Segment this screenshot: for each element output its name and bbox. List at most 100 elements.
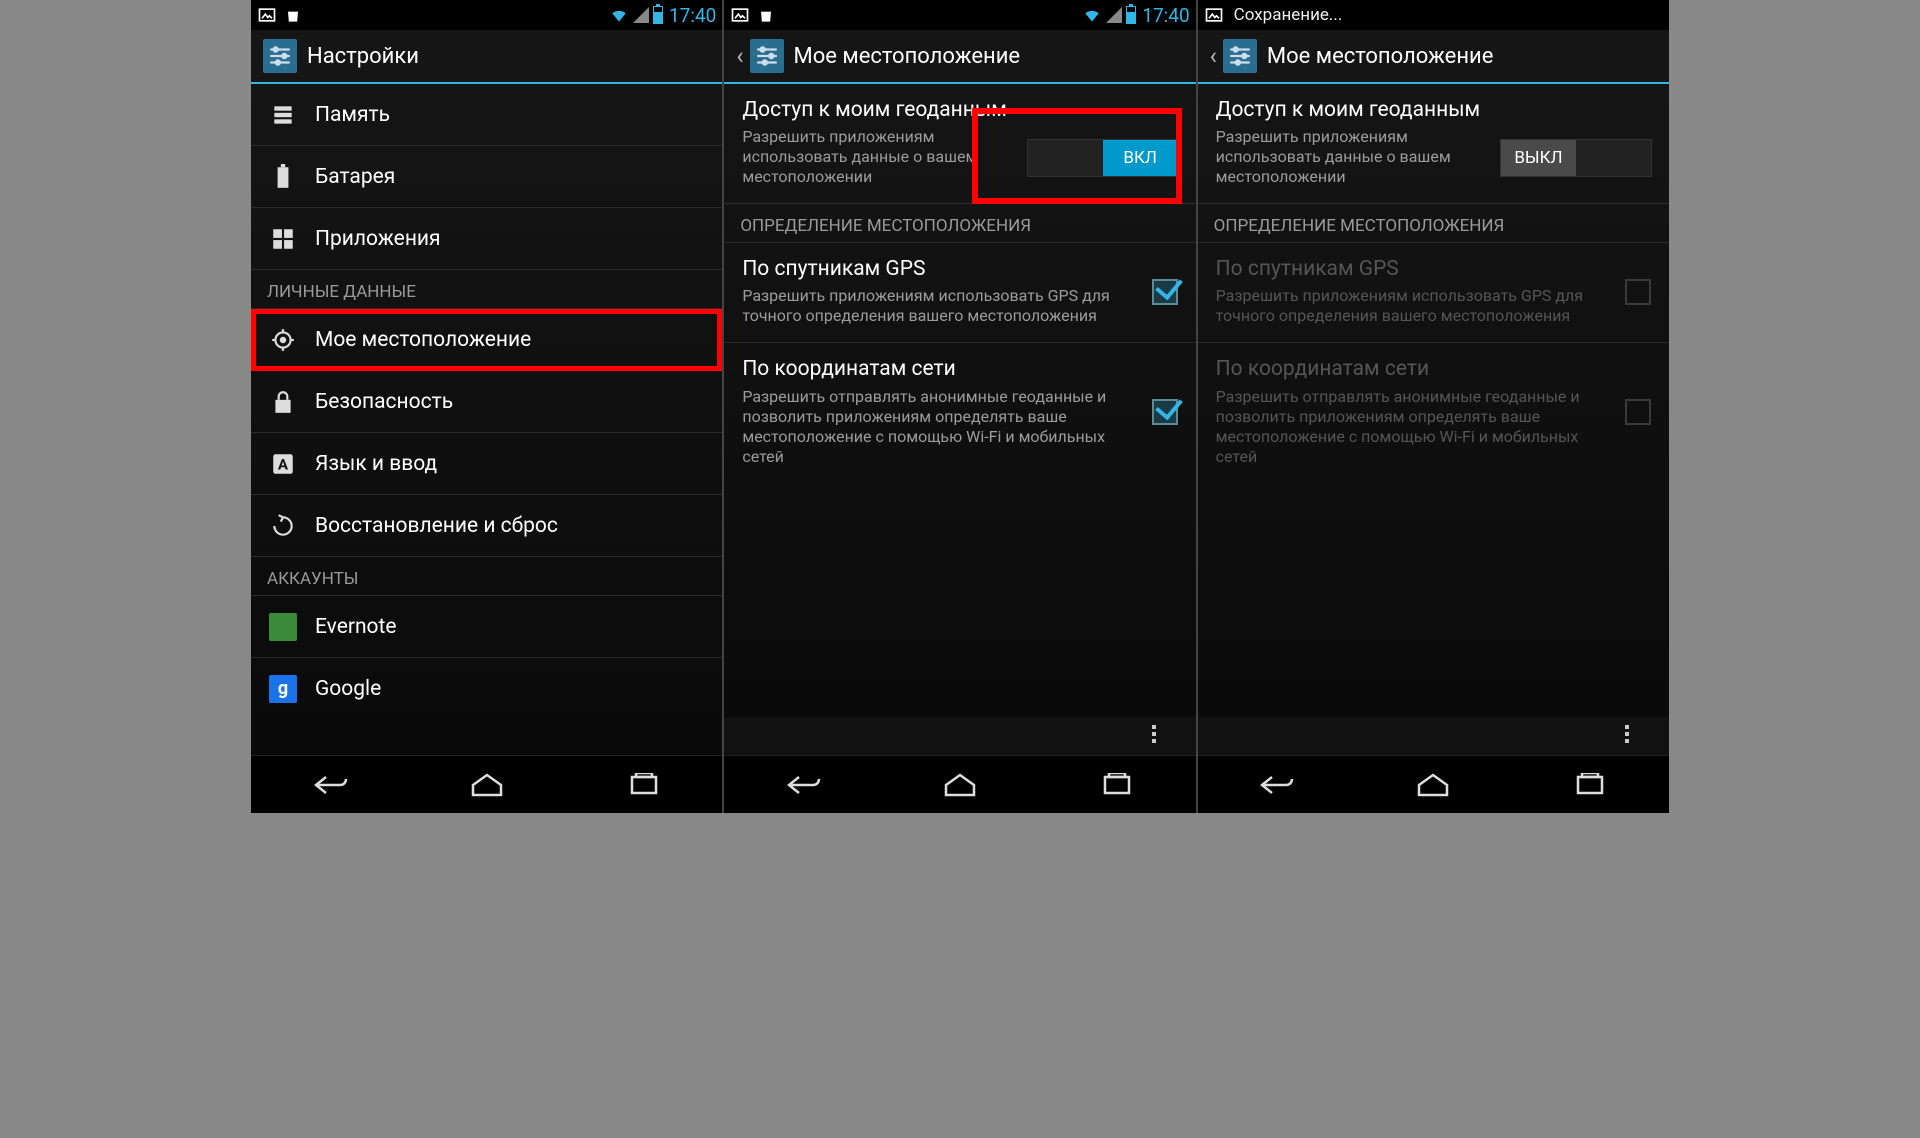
label: Безопасность [315,390,453,414]
gps-checkbox [1625,279,1651,305]
language-icon: A [269,450,297,478]
gps-row: По спутникам GPS Разрешить приложениям и… [1198,243,1669,343]
label: Восстановление и сброс [315,514,558,538]
location-settings: Доступ к моим геоданным Разрешить прилож… [1198,84,1669,717]
action-bar: Настройки [251,30,722,84]
clock: 17:40 [669,4,716,27]
settings-icon [750,39,784,73]
access-sub: Разрешить приложениям использовать данны… [1216,127,1489,187]
label: Evernote [315,615,397,639]
page-title: Настройки [307,44,419,69]
network-row[interactable]: По координатам сети Разрешить отправлять… [724,343,1195,482]
nav-home[interactable] [915,767,1005,803]
label: Приложения [315,227,441,251]
status-bar: 17:40 [251,0,722,30]
gps-sub: Разрешить приложениям использовать GPS д… [742,286,1139,326]
apps-icon [269,225,297,253]
nav-back[interactable] [1231,767,1321,803]
overflow-menu-icon[interactable] [1152,725,1156,743]
signal-icon [1106,7,1122,23]
back-chevron-icon[interactable]: ‹ [1210,42,1217,70]
clock: 17:40 [1142,4,1189,27]
phone-location-on: 17:40 ‹ Мое местоположение Доступ к моим… [724,0,1197,813]
phone-settings: 17:40 Настройки Память Батарея Приложени… [251,0,724,813]
photo-icon [257,5,277,25]
gps-title: По спутникам GPS [1216,257,1613,282]
overflow-menu-icon[interactable] [1625,725,1629,743]
gps-sub: Разрешить приложениям использовать GPS д… [1216,286,1613,326]
settings-item-language[interactable]: A Язык и ввод [251,433,722,495]
net-sub: Разрешить отправлять анонимные геоданные… [742,387,1139,467]
gps-checkbox[interactable] [1152,279,1178,305]
settings-icon [263,39,297,73]
battery-icon [653,6,663,24]
gps-title: По спутникам GPS [742,257,1139,282]
google-icon: g [269,675,297,703]
access-title: Доступ к моим геоданным [1216,98,1489,123]
battery-icon [1126,6,1136,24]
nav-bar [724,755,1195,813]
toggle-off-label: ВЫКЛ [1501,140,1576,176]
back-chevron-icon[interactable]: ‹ [736,42,743,70]
access-title: Доступ к моим геоданным [742,98,1015,123]
location-access-row: Доступ к моим геоданным Разрешить прилож… [724,84,1195,204]
settings-item-battery[interactable]: Батарея [251,146,722,208]
phone-location-off: Сохранение... ‹ Мое местоположение Досту… [1198,0,1669,813]
section-header: ОПРЕДЕЛЕНИЕ МЕСТОПОЛОЖЕНИЯ [1198,204,1669,243]
category-personal: ЛИЧНЫЕ ДАННЫЕ [251,270,722,309]
settings-item-backup[interactable]: Восстановление и сброс [251,495,722,557]
wifi-icon [1082,5,1102,25]
signal-icon [633,7,649,23]
net-sub: Разрешить отправлять анонимные геоданные… [1216,387,1613,467]
settings-item-security[interactable]: Безопасность [251,371,722,433]
location-icon [269,326,297,354]
lock-icon [269,388,297,416]
account-google[interactable]: g Google [251,658,722,720]
battery-item-icon [269,163,297,191]
access-sub: Разрешить приложениям использовать данны… [742,127,1015,187]
network-checkbox[interactable] [1152,399,1178,425]
settings-list[interactable]: Память Батарея Приложения ЛИЧНЫЕ ДАННЫЕ … [251,84,722,755]
status-bar: Сохранение... [1198,0,1669,30]
label: Язык и ввод [315,452,437,476]
location-access-toggle[interactable]: ВЫКЛ [1501,140,1651,176]
label: Батарея [315,165,395,189]
wifi-icon [609,5,629,25]
nav-recent[interactable] [1545,767,1635,803]
location-access-toggle[interactable]: ВКЛ [1028,140,1178,176]
action-bar[interactable]: ‹ Мое местоположение [724,30,1195,84]
label: Память [315,103,390,127]
bag-icon [283,5,303,25]
category-accounts: АККАУНТЫ [251,557,722,596]
page-title: Мое местоположение [1267,44,1494,69]
nav-bar [251,755,722,813]
nav-recent[interactable] [1072,767,1162,803]
gps-row[interactable]: По спутникам GPS Разрешить приложениям и… [724,243,1195,343]
nav-bar [1198,755,1669,813]
svg-text:A: A [278,455,289,473]
evernote-icon [269,613,297,641]
saving-text: Сохранение... [1234,5,1343,25]
location-settings: Доступ к моим геоданным Разрешить прилож… [724,84,1195,717]
nav-recent[interactable] [599,767,689,803]
status-bar: 17:40 [724,0,1195,30]
label: Google [315,677,381,701]
settings-item-storage[interactable]: Память [251,84,722,146]
action-bar[interactable]: ‹ Мое местоположение [1198,30,1669,84]
network-checkbox [1625,399,1651,425]
page-title: Мое местоположение [794,44,1021,69]
toggle-on-label: ВКЛ [1103,140,1178,176]
settings-icon [1223,39,1257,73]
bag-icon [756,5,776,25]
nav-home[interactable] [1388,767,1478,803]
nav-back[interactable] [285,767,375,803]
account-evernote[interactable]: Evernote [251,596,722,658]
location-access-row: Доступ к моим геоданным Разрешить прилож… [1198,84,1669,204]
nav-home[interactable] [442,767,532,803]
restore-icon [269,512,297,540]
settings-item-location[interactable]: Мое местоположение [251,309,722,371]
net-title: По координатам сети [742,357,1139,382]
nav-back[interactable] [758,767,848,803]
label: Мое местоположение [315,328,531,352]
settings-item-apps[interactable]: Приложения [251,208,722,270]
